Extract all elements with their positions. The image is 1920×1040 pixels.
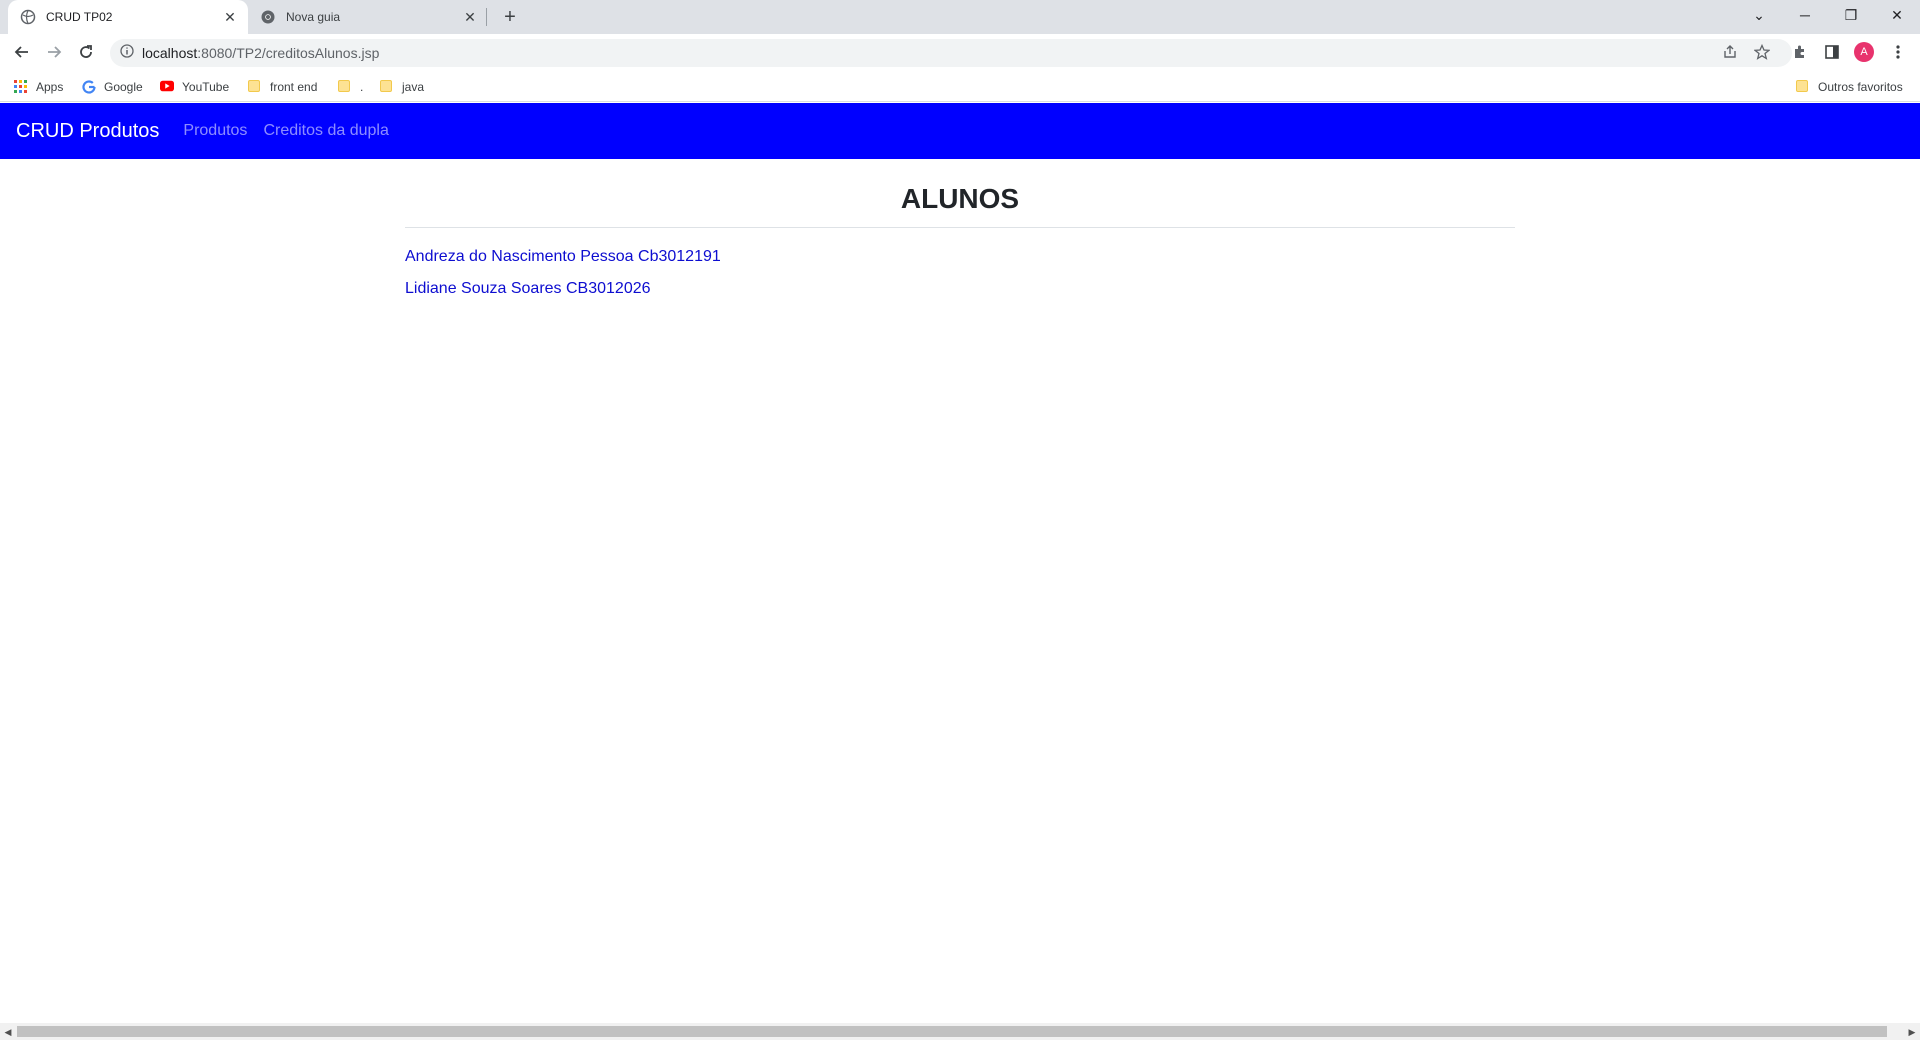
arrow-left-icon	[14, 46, 28, 58]
bookmark-google[interactable]: Google	[82, 78, 143, 96]
close-icon[interactable]: ✕	[222, 9, 238, 25]
extensions-icon[interactable]	[1786, 38, 1814, 66]
bookmark-youtube[interactable]: YouTube	[160, 78, 229, 96]
web-page: CRUD Produtos Produtos Creditos da dupla…	[0, 103, 1920, 1023]
folder-icon	[248, 80, 262, 94]
tab-crud-tp02[interactable]: CRUD TP02 ✕	[8, 0, 248, 34]
bookmark-label: java	[402, 80, 425, 94]
bookmarks-bar: Apps Google YouTube front end . java Out…	[0, 70, 1920, 102]
bookmark-star-icon[interactable]	[1748, 38, 1776, 66]
bookmark-label: Outros favoritos	[1818, 80, 1903, 94]
bookmark-label: .	[360, 80, 364, 94]
tab-title: CRUD TP02	[46, 10, 113, 24]
navbar-brand[interactable]: CRUD Produtos	[16, 120, 159, 143]
student-link[interactable]: Lidiane Souza Soares CB3012026	[405, 278, 1515, 300]
url-host: localhost	[142, 45, 198, 61]
minimize-button[interactable]: ─	[1782, 0, 1828, 30]
profile-button[interactable]: A	[1850, 38, 1878, 66]
close-icon[interactable]: ✕	[462, 9, 478, 25]
folder-icon	[380, 80, 394, 94]
address-bar[interactable]: localhost:8080/TP2/creditosAlunos.jsp	[110, 39, 1792, 67]
scroll-left-icon[interactable]: ◀	[2, 1026, 14, 1038]
scroll-right-icon[interactable]: ▶	[1906, 1026, 1918, 1038]
nav-link-creditos[interactable]: Creditos da dupla	[263, 122, 388, 140]
apps-grid-icon	[14, 80, 28, 94]
bookmark-folder-dot[interactable]: .	[338, 78, 363, 96]
toolbar: localhost:8080/TP2/creditosAlunos.jsp A	[0, 34, 1920, 70]
arrow-right-icon	[48, 46, 62, 58]
new-tab-button[interactable]: +	[498, 5, 522, 29]
scrollbar-thumb[interactable]	[17, 1026, 1887, 1037]
restore-button[interactable]: ❐	[1828, 0, 1874, 30]
menu-kebab-icon[interactable]	[1884, 38, 1912, 66]
reload-icon	[80, 45, 92, 58]
url-path: :8080/TP2/creditosAlunos.jsp	[197, 45, 380, 61]
avatar: A	[1854, 42, 1874, 62]
forward-button[interactable]	[40, 38, 68, 66]
share-icon[interactable]	[1716, 38, 1744, 66]
google-icon	[82, 80, 96, 94]
youtube-icon	[160, 80, 174, 94]
bookmark-label: Apps	[36, 80, 64, 94]
bookmark-label: YouTube	[182, 80, 230, 94]
bookmark-label: Google	[104, 80, 143, 94]
back-button[interactable]	[8, 38, 36, 66]
page-title: ALUNOS	[405, 183, 1515, 228]
main-content: ALUNOS Andreza do Nascimento Pessoa Cb30…	[405, 183, 1515, 300]
bookmark-apps[interactable]: Apps	[14, 78, 63, 96]
url-text: localhost:8080/TP2/creditosAlunos.jsp	[142, 45, 379, 61]
bookmark-other-favorites[interactable]: Outros favoritos	[1796, 78, 1903, 96]
bookmark-folder-front-end[interactable]: front end	[248, 78, 317, 96]
info-icon[interactable]	[120, 43, 134, 63]
tab-search-icon[interactable]: ⌄	[1736, 0, 1782, 30]
tab-title: Nova guia	[286, 10, 341, 24]
tab-separator	[486, 8, 487, 26]
horizontal-scrollbar[interactable]: ◀ ▶	[0, 1023, 1920, 1040]
nav-link-produtos[interactable]: Produtos	[183, 122, 247, 140]
folder-icon	[1796, 80, 1810, 94]
reload-button[interactable]	[72, 38, 100, 66]
folder-icon	[338, 80, 352, 94]
student-link[interactable]: Andreza do Nascimento Pessoa Cb3012191	[405, 246, 1515, 268]
chrome-icon	[260, 9, 276, 25]
window-close-button[interactable]: ✕	[1874, 0, 1920, 30]
navbar: CRUD Produtos Produtos Creditos da dupla	[0, 103, 1920, 159]
bookmark-label: front end	[270, 80, 318, 94]
bookmark-folder-java[interactable]: java	[380, 78, 424, 96]
tab-strip: CRUD TP02 ✕ Nova guia ✕ + ⌄ ─ ❐ ✕	[0, 0, 1920, 34]
side-panel-icon[interactable]	[1818, 38, 1846, 66]
globe-icon	[20, 9, 36, 25]
tab-nova-guia[interactable]: Nova guia ✕	[248, 0, 488, 34]
